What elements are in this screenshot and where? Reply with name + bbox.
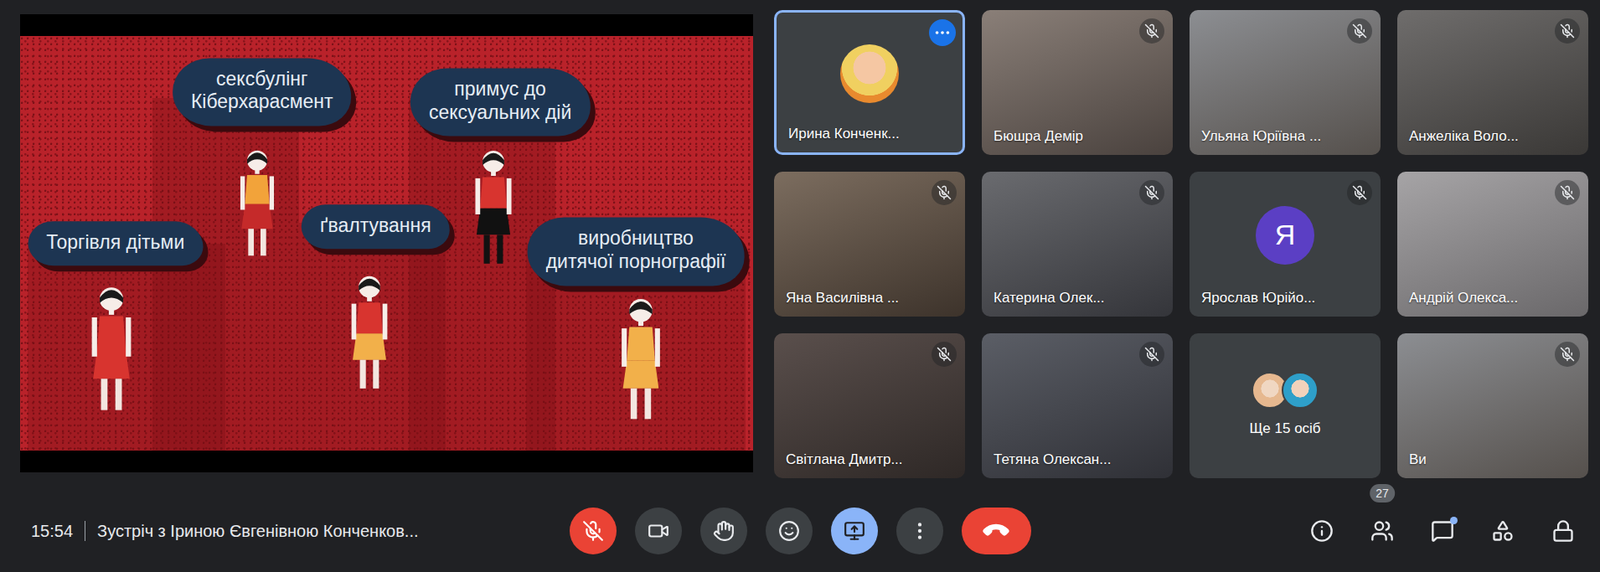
participant-grid: Ирина Конченк... Бюшра Демір Ульяна Юріївн… bbox=[774, 10, 1589, 491]
hang-up-icon bbox=[980, 516, 1012, 548]
meeting-title: Зустріч з Іриною Євгенівною Конченков... bbox=[97, 521, 419, 542]
participant-name: Ульяна Юріївна ... bbox=[1201, 128, 1322, 145]
participant-name: Катерина Олек... bbox=[993, 289, 1105, 307]
participant-name: Бюшра Демір bbox=[993, 128, 1084, 145]
participant-name: Ирина Конченк... bbox=[788, 125, 900, 143]
meeting-stage: сексбулінг Кіберхарасмент примус до сексу… bbox=[0, 0, 1600, 491]
participant-tile[interactable]: Я Ярослав Юрійо... bbox=[1189, 171, 1381, 317]
slide-cloud-label: ґвалтування bbox=[301, 204, 450, 250]
participant-tile[interactable]: Світлана Дмитр... bbox=[774, 333, 966, 479]
participant-count-badge: 27 bbox=[1369, 484, 1395, 503]
muted-indicator bbox=[931, 180, 957, 206]
muted-indicator bbox=[1554, 341, 1580, 367]
present-button[interactable] bbox=[830, 507, 878, 555]
participant-avatar bbox=[1281, 371, 1319, 409]
slide-cloud-label: Торгівля дітьми bbox=[27, 221, 203, 267]
presentation-slide: сексбулінг Кіберхарасмент примус до сексу… bbox=[20, 36, 754, 451]
participant-name: Анжеліка Воло... bbox=[1409, 128, 1519, 145]
mic-off-icon bbox=[582, 520, 604, 542]
mic-off-icon bbox=[936, 346, 952, 362]
more-button[interactable] bbox=[896, 507, 944, 555]
mic-off-icon bbox=[1144, 346, 1160, 362]
participant-tile[interactable]: Тетяна Олексан... bbox=[981, 333, 1173, 479]
muted-indicator bbox=[1347, 18, 1373, 44]
present-screen-icon bbox=[843, 520, 866, 542]
figure-icon bbox=[345, 273, 393, 394]
muted-indicator bbox=[1139, 18, 1165, 44]
participant-tile[interactable]: Ви bbox=[1397, 333, 1589, 479]
presentation-frame: сексбулінг Кіберхарасмент примус до сексу… bbox=[20, 14, 754, 473]
mic-off-icon bbox=[1559, 185, 1575, 201]
slide-cloud-label: виробництво дитячої порнографії bbox=[527, 217, 745, 286]
muted-indicator bbox=[931, 341, 957, 367]
figure-icon bbox=[469, 148, 518, 269]
participant-name: Ще 15 осіб bbox=[1249, 420, 1321, 438]
participant-tile[interactable]: Яна Василівна ... bbox=[774, 171, 966, 317]
emoji-icon bbox=[778, 520, 800, 542]
participant-avatar bbox=[840, 44, 899, 104]
camera-button[interactable] bbox=[634, 507, 682, 555]
participant-name: Тетяна Олексан... bbox=[993, 451, 1111, 469]
mic-off-icon bbox=[1559, 23, 1575, 39]
meeting-info: 15:54 Зустріч з Іриною Євгенівною Конченк… bbox=[0, 521, 570, 542]
participant-tile[interactable]: Ульяна Юріївна ... bbox=[1189, 10, 1381, 155]
slide-cloud-label: сексбулінг Кіберхарасмент bbox=[172, 57, 352, 126]
figure-icon bbox=[85, 284, 138, 416]
activities-button[interactable] bbox=[1491, 519, 1515, 543]
mic-off-icon bbox=[936, 185, 952, 201]
letter-avatar: Я bbox=[1255, 206, 1315, 265]
participant-name: Андрій Олекса... bbox=[1409, 289, 1518, 307]
camera-icon bbox=[647, 520, 670, 542]
participant-name: Яна Василівна ... bbox=[785, 289, 899, 307]
muted-indicator bbox=[1554, 18, 1580, 44]
more-icon bbox=[933, 23, 952, 42]
more-options-icon bbox=[908, 520, 931, 542]
mic-button[interactable] bbox=[569, 507, 617, 555]
participant-name: Ви bbox=[1409, 451, 1427, 469]
hangup-button[interactable] bbox=[961, 507, 1032, 555]
activities-icon bbox=[1491, 519, 1515, 543]
mic-off-icon bbox=[1559, 346, 1575, 362]
call-controls bbox=[569, 507, 1032, 555]
info-icon bbox=[1310, 519, 1334, 543]
control-bar: 15:54 Зустріч з Іриною Євгенівною Конченк… bbox=[0, 490, 1600, 572]
people-icon bbox=[1370, 519, 1394, 543]
chat-button[interactable] bbox=[1430, 519, 1455, 543]
mic-off-icon bbox=[1352, 185, 1368, 201]
figure-icon bbox=[615, 296, 667, 424]
host-controls-icon bbox=[1551, 519, 1575, 543]
muted-indicator bbox=[1139, 180, 1165, 206]
unread-dot bbox=[1450, 516, 1458, 525]
separator bbox=[84, 521, 86, 542]
mic-off-icon bbox=[1144, 23, 1160, 39]
muted-indicator bbox=[1554, 180, 1580, 206]
hand-button[interactable] bbox=[700, 507, 748, 555]
participant-tile[interactable]: Катерина Олек... bbox=[981, 171, 1173, 317]
hand-icon bbox=[712, 520, 735, 542]
muted-indicator bbox=[1139, 341, 1165, 367]
meet-window: сексбулінг Кіберхарасмент примус до сексу… bbox=[0, 0, 1600, 572]
participant-tile[interactable]: Анжеліка Воло... bbox=[1397, 10, 1589, 155]
others-group[interactable]: Ще 15 осіб bbox=[1249, 375, 1321, 438]
meeting-time: 15:54 bbox=[30, 521, 73, 542]
muted-indicator bbox=[1347, 180, 1373, 206]
mic-off-icon bbox=[1352, 23, 1368, 39]
info-button[interactable] bbox=[1310, 519, 1334, 543]
tile-menu-button[interactable] bbox=[929, 19, 956, 47]
participant-name: Ярослав Юрійо... bbox=[1201, 289, 1316, 307]
participant-tile[interactable]: Бюшра Демір bbox=[981, 10, 1173, 155]
slide-cloud-label: примус до сексуальних дій bbox=[410, 68, 590, 137]
participant-name: Світлана Дмитр... bbox=[785, 451, 904, 469]
participant-tile[interactable]: Ирина Конченк... bbox=[774, 10, 966, 155]
people-button[interactable]: 27 bbox=[1370, 519, 1394, 543]
mic-off-icon bbox=[1144, 185, 1160, 201]
participant-tile[interactable]: Ще 15 осіб bbox=[1189, 333, 1381, 479]
emoji-button[interactable] bbox=[765, 507, 813, 555]
side-controls: 27 bbox=[1031, 519, 1600, 543]
host-button[interactable] bbox=[1551, 519, 1575, 543]
participant-tile[interactable]: Андрій Олекса... bbox=[1397, 171, 1589, 317]
figure-icon bbox=[234, 148, 279, 261]
